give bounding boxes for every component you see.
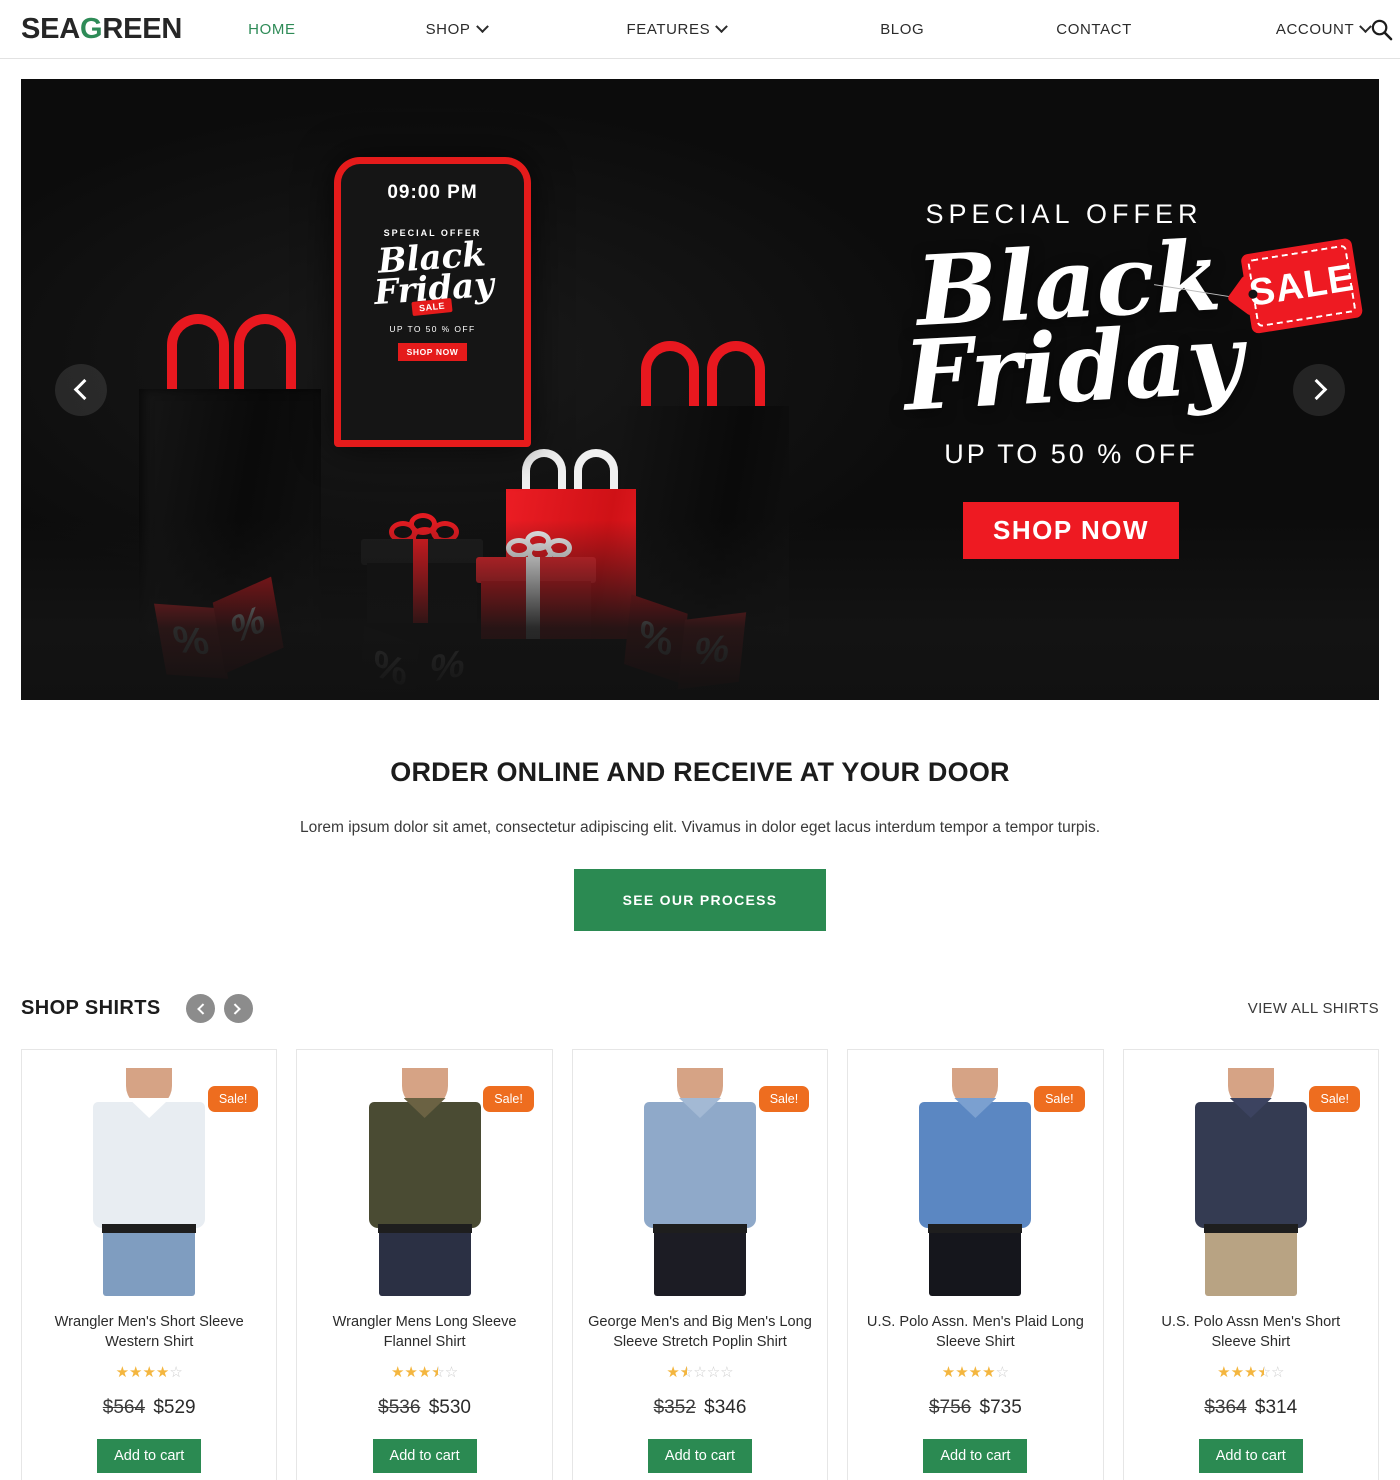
product-title: Wrangler Mens Long Sleeve Flannel Shirt	[332, 1314, 517, 1350]
product-new-price: $314	[1254, 1397, 1298, 1418]
product-rating: ★★★☆☆	[391, 1365, 458, 1380]
product-old-price: $364	[1204, 1397, 1247, 1418]
hero-discount-label: UP TO 50 % OFF	[944, 438, 1198, 469]
product-price: $564 $529	[103, 1397, 196, 1419]
product-card[interactable]: Sale! U.S. Polo Assn. Men's Plaid Long S…	[847, 1049, 1104, 1480]
product-image[interactable]: Sale!	[858, 1060, 1092, 1296]
shop-carousel-controls	[185, 994, 253, 1023]
chevron-down-icon	[715, 19, 729, 33]
sale-badge: Sale!	[758, 1086, 810, 1112]
sale-tag-text: SALE	[1240, 237, 1364, 335]
promo-section: ORDER ONLINE AND RECEIVE AT YOUR DOOR Lo…	[0, 700, 1400, 931]
site-logo[interactable]: SEAGREEN	[0, 13, 182, 46]
shop-shirts-header: SHOP SHIRTS VIEW ALL SHIRTS	[21, 994, 1379, 1023]
search-icon[interactable]	[1370, 18, 1393, 41]
product-illustration	[1182, 1068, 1320, 1296]
product-old-price: $352	[653, 1397, 696, 1418]
product-illustration	[356, 1068, 494, 1296]
shop-prev-button[interactable]	[185, 994, 215, 1023]
product-image[interactable]: Sale!	[32, 1060, 266, 1296]
shop-next-button[interactable]	[223, 994, 253, 1023]
add-to-cart-button[interactable]: Add to cart	[372, 1439, 477, 1473]
header-actions: CART: 2	[1370, 18, 1400, 41]
logo-part-2: REEN	[102, 12, 183, 45]
hero-special-offer-label: SPECIAL OFFER	[925, 199, 1203, 229]
product-illustration	[631, 1068, 769, 1296]
hero-content: SPECIAL OFFER Black Friday UP TO 50 % OF…	[811, 199, 1364, 559]
chevron-down-icon	[475, 19, 489, 33]
product-new-price: $735	[979, 1397, 1022, 1418]
product-new-price: $346	[704, 1397, 747, 1418]
product-image[interactable]: Sale!	[583, 1060, 817, 1296]
phone-clock-time: 09:00 PM	[387, 182, 478, 203]
nav-item-account[interactable]: ACCOUNT	[1275, 19, 1373, 38]
product-card[interactable]: Sale! George Men's and Big Men's Long Sl…	[571, 1049, 829, 1480]
product-rating: ★★★☆☆	[1217, 1365, 1284, 1380]
view-all-shirts-link[interactable]: VIEW ALL SHIRTS	[1248, 1000, 1379, 1017]
chevron-left-icon	[73, 378, 95, 401]
product-title: George Men's and Big Men's Long Sleeve S…	[588, 1314, 812, 1350]
product-card[interactable]: Sale! U.S. Polo Assn Men's Short Sleeve …	[1122, 1049, 1379, 1480]
product-rating: ★★★★☆	[115, 1364, 183, 1381]
product-illustration	[906, 1068, 1044, 1296]
chevron-right-icon	[1305, 378, 1327, 401]
shop-shirts-title: SHOP SHIRTS	[21, 997, 161, 1019]
promo-heading: ORDER ONLINE AND RECEIVE AT YOUR DOOR	[390, 757, 1010, 787]
sale-badge: Sale!	[1034, 1086, 1085, 1112]
product-title: U.S. Polo Assn. Men's Plaid Long Sleeve …	[866, 1314, 1084, 1350]
product-new-price: $530	[428, 1397, 472, 1418]
nav-item-account-label: ACCOUNT	[1275, 20, 1355, 38]
product-card[interactable]: Sale! Wrangler Mens Long Sleeve Flannel …	[296, 1049, 553, 1480]
logo-accent-letter: G	[80, 12, 103, 45]
see-our-process-button[interactable]: SEE OUR PROCESS	[574, 869, 826, 931]
nav-item-home[interactable]: HOME	[248, 21, 295, 38]
nav-item-contact-label: CONTACT	[1056, 20, 1132, 38]
product-image[interactable]: Sale!	[1134, 1060, 1368, 1296]
chevron-right-icon	[229, 1002, 241, 1015]
chevron-left-icon	[197, 1002, 209, 1015]
nav-item-contact[interactable]: CONTACT	[1056, 21, 1132, 38]
nav-item-shop-label: SHOP	[425, 20, 471, 38]
sale-badge: Sale!	[1309, 1086, 1360, 1112]
nav-item-features[interactable]: FEATURES	[626, 19, 729, 38]
sale-badge: Sale!	[207, 1086, 259, 1112]
nav-item-features-label: FEATURES	[626, 20, 711, 38]
main-navigation: HOME SHOP FEATURES BLOG CONTACT ACCOUNT	[248, 19, 1373, 38]
decorative-phone-mockup: 09:00 PM SPECIAL OFFER Black Friday SALE…	[334, 157, 531, 447]
product-card[interactable]: Sale! Wrangler Men's Short Sleeve Wester…	[21, 1049, 278, 1480]
add-to-cart-button[interactable]: Add to cart	[923, 1439, 1028, 1473]
product-rating: ★★★★☆	[941, 1364, 1010, 1381]
product-price: $352 $346	[654, 1397, 747, 1419]
nav-item-shop[interactable]: SHOP	[425, 19, 489, 38]
product-rating: ★☆☆☆☆	[666, 1365, 733, 1380]
product-price: $364 $314	[1204, 1397, 1297, 1419]
hero-banner-carousel: %% %% %% 09:00 PM SPECIAL OFFER Black Fr…	[21, 79, 1379, 700]
product-price: $536 $530	[378, 1397, 471, 1419]
nav-item-home-label: HOME	[248, 20, 296, 38]
sale-badge: Sale!	[483, 1086, 534, 1112]
product-old-price: $536	[378, 1397, 421, 1418]
hero-shop-now-button[interactable]: SHOP NOW	[963, 501, 1179, 559]
product-image[interactable]: Sale!	[307, 1060, 541, 1296]
promo-paragraph: Lorem ipsum dolor sit amet, consectetur …	[299, 819, 1101, 836]
product-title: U.S. Polo Assn Men's Short Sleeve Shirt	[1161, 1314, 1341, 1350]
product-old-price: $564	[102, 1397, 146, 1418]
product-illustration	[80, 1068, 218, 1296]
phone-discount: UP TO 50 % OFF	[389, 323, 476, 334]
nav-item-blog[interactable]: BLOG	[880, 21, 924, 38]
nav-item-blog-label: BLOG	[880, 20, 925, 38]
hero-next-button[interactable]	[1293, 363, 1345, 416]
product-title: Wrangler Men's Short Sleeve Western Shir…	[54, 1314, 244, 1350]
add-to-cart-button[interactable]: Add to cart	[97, 1439, 202, 1473]
add-to-cart-button[interactable]: Add to cart	[647, 1439, 753, 1473]
product-old-price: $756	[928, 1397, 972, 1418]
logo-part-1: SEA	[21, 12, 81, 45]
phone-shop-now-button: SHOP NOW	[397, 342, 468, 361]
product-grid: Sale! Wrangler Men's Short Sleeve Wester…	[21, 1049, 1379, 1480]
site-header: SEAGREEN HOME SHOP FEATURES BLOG CONTACT…	[0, 0, 1400, 59]
add-to-cart-button[interactable]: Add to cart	[1198, 1439, 1303, 1473]
product-new-price: $529	[153, 1397, 196, 1418]
product-price: $756 $735	[929, 1397, 1022, 1419]
hero-prev-button[interactable]	[55, 363, 107, 416]
